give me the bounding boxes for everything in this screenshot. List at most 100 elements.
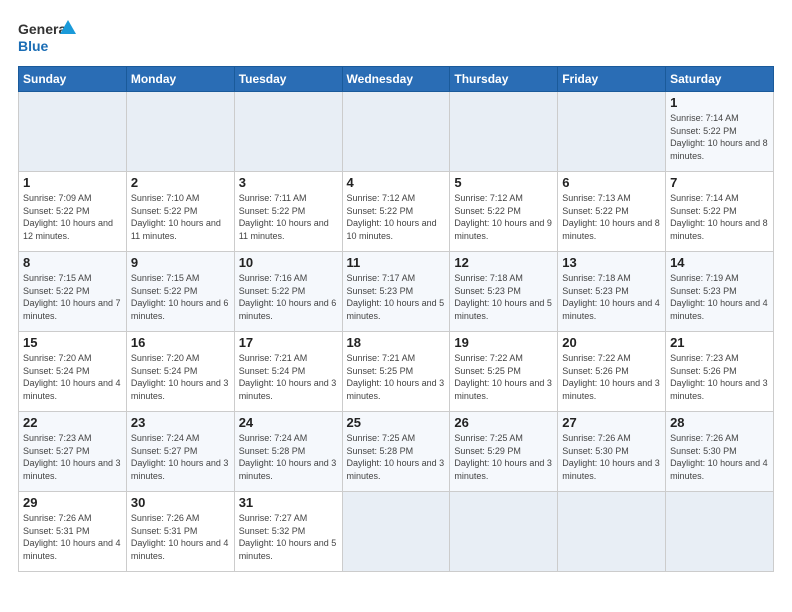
header-cell-tuesday: Tuesday [234,67,342,92]
day-info: Sunrise: 7:10 AM Sunset: 5:22 PM Dayligh… [131,192,230,242]
daylight-label: Daylight: 10 hours and 3 minutes. [562,458,660,481]
day-number: 25 [347,415,446,430]
sunset-label: Sunset: 5:31 PM [131,526,198,536]
calendar-cell [450,492,558,572]
sunset-label: Sunset: 5:25 PM [347,366,414,376]
sunrise-label: Sunrise: 7:24 AM [131,433,200,443]
day-number: 24 [239,415,338,430]
calendar-header-row: SundayMondayTuesdayWednesdayThursdayFrid… [19,67,774,92]
calendar-week-row: 8 Sunrise: 7:15 AM Sunset: 5:22 PM Dayli… [19,252,774,332]
sunrise-label: Sunrise: 7:13 AM [562,193,631,203]
day-info: Sunrise: 7:26 AM Sunset: 5:31 PM Dayligh… [23,512,122,562]
calendar-cell: 2 Sunrise: 7:10 AM Sunset: 5:22 PM Dayli… [126,172,234,252]
sunset-label: Sunset: 5:27 PM [23,446,90,456]
day-number: 19 [454,335,553,350]
daylight-label: Daylight: 10 hours and 3 minutes. [454,458,552,481]
calendar-cell: 18 Sunrise: 7:21 AM Sunset: 5:25 PM Dayl… [342,332,450,412]
sunset-label: Sunset: 5:26 PM [562,366,629,376]
calendar-week-row: 1 Sunrise: 7:14 AM Sunset: 5:22 PM Dayli… [19,92,774,172]
sunset-label: Sunset: 5:31 PM [23,526,90,536]
calendar-cell: 17 Sunrise: 7:21 AM Sunset: 5:24 PM Dayl… [234,332,342,412]
svg-text:Blue: Blue [18,38,49,54]
calendar-week-row: 15 Sunrise: 7:20 AM Sunset: 5:24 PM Dayl… [19,332,774,412]
sunset-label: Sunset: 5:22 PM [239,206,306,216]
header-cell-sunday: Sunday [19,67,127,92]
calendar-cell: 20 Sunrise: 7:22 AM Sunset: 5:26 PM Dayl… [558,332,666,412]
sunset-label: Sunset: 5:23 PM [562,286,629,296]
sunrise-label: Sunrise: 7:22 AM [454,353,523,363]
calendar-cell: 22 Sunrise: 7:23 AM Sunset: 5:27 PM Dayl… [19,412,127,492]
calendar-cell: 1 Sunrise: 7:09 AM Sunset: 5:22 PM Dayli… [19,172,127,252]
day-info: Sunrise: 7:22 AM Sunset: 5:26 PM Dayligh… [562,352,661,402]
calendar-cell: 15 Sunrise: 7:20 AM Sunset: 5:24 PM Dayl… [19,332,127,412]
calendar-cell: 1 Sunrise: 7:14 AM Sunset: 5:22 PM Dayli… [666,92,774,172]
day-number: 15 [23,335,122,350]
day-info: Sunrise: 7:26 AM Sunset: 5:31 PM Dayligh… [131,512,230,562]
day-number: 7 [670,175,769,190]
day-info: Sunrise: 7:20 AM Sunset: 5:24 PM Dayligh… [23,352,122,402]
sunrise-label: Sunrise: 7:22 AM [562,353,631,363]
day-number: 3 [239,175,338,190]
calendar-cell: 3 Sunrise: 7:11 AM Sunset: 5:22 PM Dayli… [234,172,342,252]
day-info: Sunrise: 7:18 AM Sunset: 5:23 PM Dayligh… [562,272,661,322]
sunrise-label: Sunrise: 7:15 AM [23,273,92,283]
day-info: Sunrise: 7:22 AM Sunset: 5:25 PM Dayligh… [454,352,553,402]
sunset-label: Sunset: 5:22 PM [131,206,198,216]
day-number: 31 [239,495,338,510]
calendar-cell: 24 Sunrise: 7:24 AM Sunset: 5:28 PM Dayl… [234,412,342,492]
sunrise-label: Sunrise: 7:19 AM [670,273,739,283]
day-number: 28 [670,415,769,430]
calendar-cell: 26 Sunrise: 7:25 AM Sunset: 5:29 PM Dayl… [450,412,558,492]
sunset-label: Sunset: 5:22 PM [131,286,198,296]
calendar-cell: 27 Sunrise: 7:26 AM Sunset: 5:30 PM Dayl… [558,412,666,492]
day-info: Sunrise: 7:25 AM Sunset: 5:29 PM Dayligh… [454,432,553,482]
calendar-cell: 7 Sunrise: 7:14 AM Sunset: 5:22 PM Dayli… [666,172,774,252]
sunset-label: Sunset: 5:28 PM [347,446,414,456]
logo-svg: General Blue [18,18,78,56]
calendar-cell: 10 Sunrise: 7:16 AM Sunset: 5:22 PM Dayl… [234,252,342,332]
sunrise-label: Sunrise: 7:15 AM [131,273,200,283]
sunrise-label: Sunrise: 7:23 AM [23,433,92,443]
sunset-label: Sunset: 5:28 PM [239,446,306,456]
sunrise-label: Sunrise: 7:14 AM [670,113,739,123]
sunset-label: Sunset: 5:26 PM [670,366,737,376]
calendar-cell: 25 Sunrise: 7:25 AM Sunset: 5:28 PM Dayl… [342,412,450,492]
sunrise-label: Sunrise: 7:26 AM [23,513,92,523]
day-number: 4 [347,175,446,190]
calendar-body: 1 Sunrise: 7:14 AM Sunset: 5:22 PM Dayli… [19,92,774,572]
calendar-cell: 29 Sunrise: 7:26 AM Sunset: 5:31 PM Dayl… [19,492,127,572]
day-info: Sunrise: 7:26 AM Sunset: 5:30 PM Dayligh… [562,432,661,482]
calendar-cell: 19 Sunrise: 7:22 AM Sunset: 5:25 PM Dayl… [450,332,558,412]
day-info: Sunrise: 7:21 AM Sunset: 5:25 PM Dayligh… [347,352,446,402]
calendar-cell [342,492,450,572]
daylight-label: Daylight: 10 hours and 8 minutes. [670,138,768,161]
daylight-label: Daylight: 10 hours and 3 minutes. [239,378,337,401]
sunrise-label: Sunrise: 7:26 AM [131,513,200,523]
sunset-label: Sunset: 5:22 PM [23,206,90,216]
sunrise-label: Sunrise: 7:26 AM [670,433,739,443]
day-number: 29 [23,495,122,510]
sunrise-label: Sunrise: 7:21 AM [347,353,416,363]
day-number: 11 [347,255,446,270]
sunrise-label: Sunrise: 7:12 AM [347,193,416,203]
sunset-label: Sunset: 5:32 PM [239,526,306,536]
sunrise-label: Sunrise: 7:24 AM [239,433,308,443]
sunset-label: Sunset: 5:27 PM [131,446,198,456]
calendar-cell [558,92,666,172]
daylight-label: Daylight: 10 hours and 3 minutes. [239,458,337,481]
day-number: 6 [562,175,661,190]
calendar-table: SundayMondayTuesdayWednesdayThursdayFrid… [18,66,774,572]
sunset-label: Sunset: 5:22 PM [454,206,521,216]
sunrise-label: Sunrise: 7:11 AM [239,193,307,203]
daylight-label: Daylight: 10 hours and 8 minutes. [562,218,660,241]
day-info: Sunrise: 7:25 AM Sunset: 5:28 PM Dayligh… [347,432,446,482]
daylight-label: Daylight: 10 hours and 3 minutes. [347,458,445,481]
daylight-label: Daylight: 10 hours and 5 minutes. [239,538,337,561]
day-number: 1 [670,95,769,110]
sunset-label: Sunset: 5:22 PM [239,286,306,296]
day-number: 12 [454,255,553,270]
day-number: 26 [454,415,553,430]
sunset-label: Sunset: 5:24 PM [131,366,198,376]
day-number: 9 [131,255,230,270]
calendar-cell [342,92,450,172]
